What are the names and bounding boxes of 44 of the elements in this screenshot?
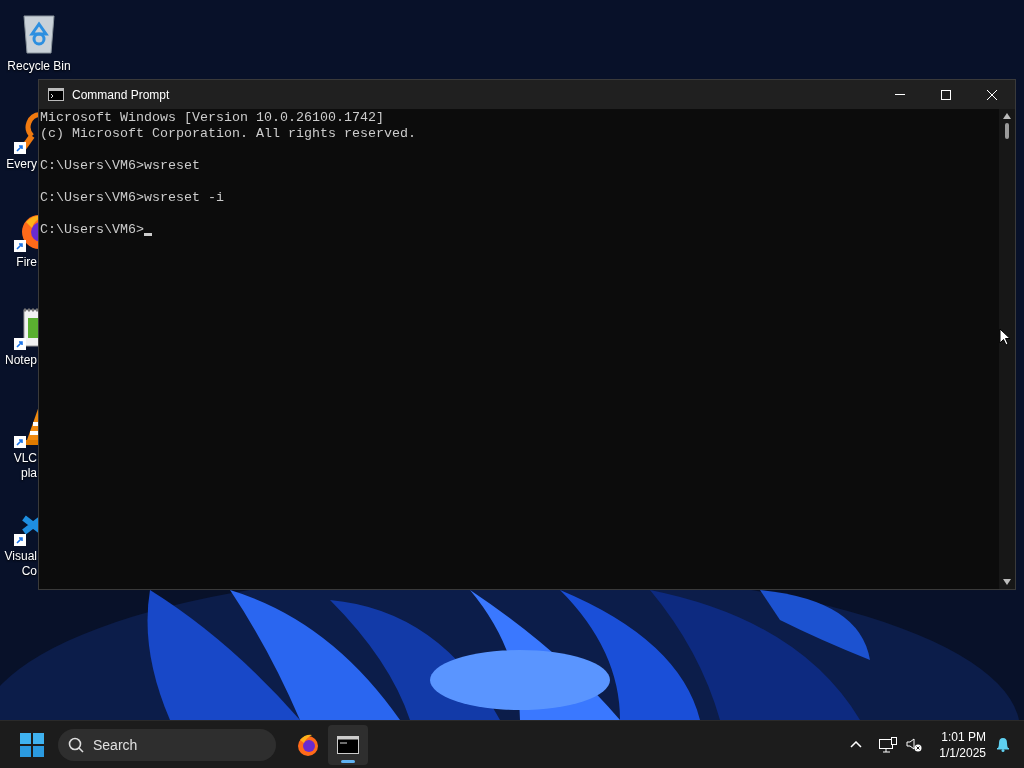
shortcut-arrow-icon (14, 240, 26, 252)
console-app-icon (48, 88, 64, 101)
chevron-up-icon (850, 741, 863, 748)
icon-label: Co (21, 564, 37, 579)
speaker-muted-icon (906, 737, 923, 752)
icon-label: VLC (13, 451, 37, 466)
shortcut-arrow-icon (14, 142, 26, 154)
network-icon (879, 736, 898, 753)
icon-label: Every (6, 157, 37, 172)
icon-label: Notep (4, 353, 37, 368)
shortcut-arrow-icon (14, 436, 26, 448)
icon-label: Visual (4, 549, 37, 564)
icon-label: Recycle Bin (7, 59, 71, 74)
console-line: C:\Users\VM6> (40, 222, 144, 238)
icon-label: Fire (16, 255, 37, 270)
bell-icon (996, 737, 1010, 752)
clock[interactable]: 1:01 PM 1/1/2025 (939, 728, 986, 761)
clock-date: 1/1/2025 (939, 744, 986, 761)
search-icon (68, 736, 84, 753)
firefox-icon (296, 732, 320, 757)
minimize-icon (895, 93, 905, 96)
recycle-bin-icon (21, 12, 57, 54)
maximize-icon (941, 89, 951, 100)
clock-time: 1:01 PM (941, 728, 986, 745)
console-line: (c) Microsoft Corporation. All rights reserved. (40, 126, 416, 142)
scrollbar[interactable] (999, 109, 1015, 589)
console-line: C:\Users\VM6>wsreset -i (40, 190, 224, 206)
console-app-icon (337, 735, 359, 754)
windows-logo-icon (20, 732, 44, 757)
scroll-up-arrow-icon (1003, 113, 1011, 119)
window-title: Command Prompt (72, 87, 170, 102)
shortcut-arrow-icon (14, 338, 26, 350)
mouse-pointer-icon (999, 328, 1011, 346)
text-cursor (144, 233, 152, 236)
shortcut-arrow-icon (14, 534, 26, 546)
scrollbar-thumb[interactable] (1005, 123, 1009, 139)
scroll-down-arrow-icon (1003, 579, 1011, 585)
icon-label: pla (21, 466, 37, 481)
taskbar-app-button[interactable] (328, 724, 368, 765)
console-line: Microsoft Windows [Version 10.0.26100.1742] (40, 110, 384, 126)
close-icon (987, 89, 997, 100)
search-field[interactable]: Search (58, 728, 276, 761)
console-line: C:\Users\VM6>wsreset (40, 158, 200, 174)
start-button[interactable] (20, 732, 44, 757)
